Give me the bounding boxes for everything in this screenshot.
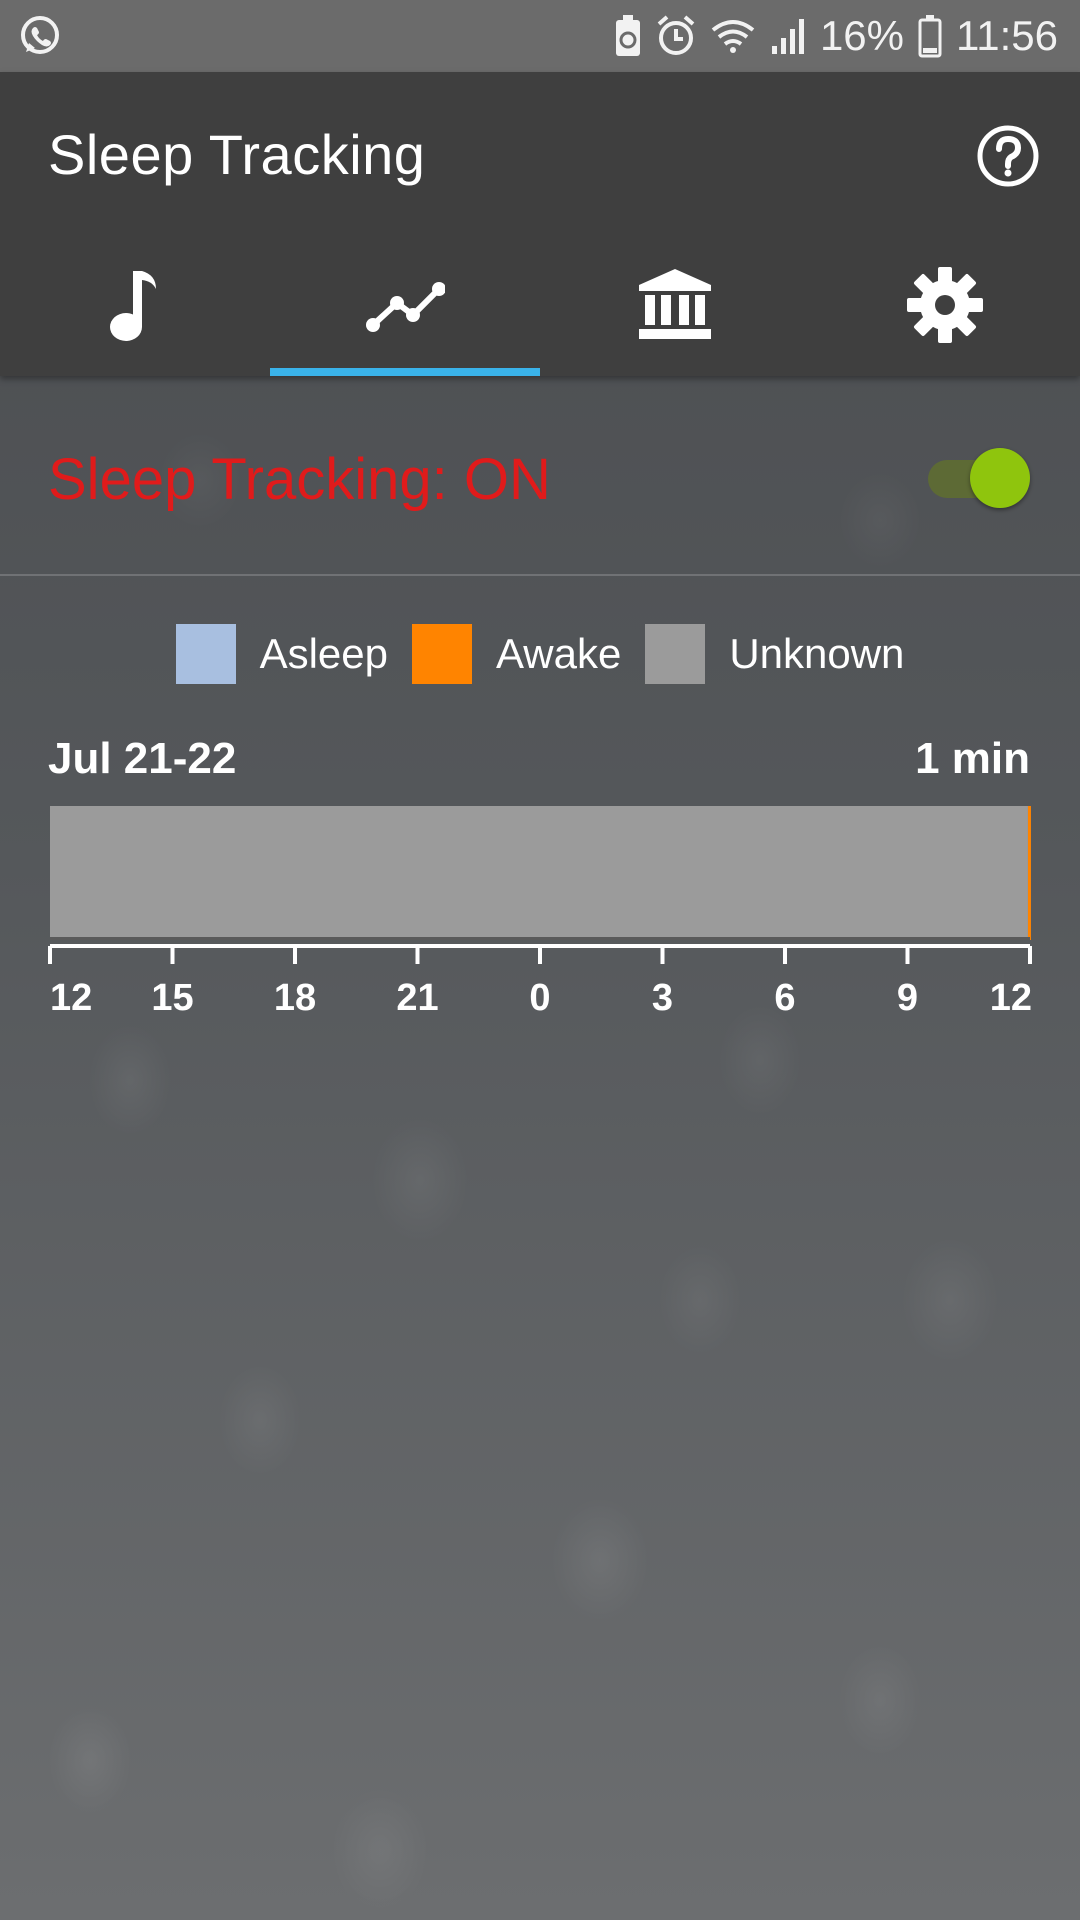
tracking-row: Sleep Tracking: ON [0,376,1080,576]
legend-label-unknown: Unknown [729,630,905,677]
wifi-icon [710,16,756,56]
tab-statistics[interactable] [270,254,540,376]
legend-swatch-awake [412,624,472,684]
tab-bar [0,254,1080,376]
battery-percent: 16% [819,12,904,59]
chart-legend: Asleep Awake Unknown [0,622,1080,686]
x-tick-label-3: 21 [396,977,438,1019]
segment-unknown-0 [50,806,1028,940]
x-tick-label-6: 6 [774,977,795,1019]
x-tick-label-4: 0 [529,977,550,1019]
help-icon[interactable] [976,124,1040,188]
legend-label-awake: Awake [496,630,622,677]
alarm-icon [656,14,696,58]
active-tab-indicator [270,368,540,376]
tracking-toggle[interactable] [928,448,1030,508]
legend-swatch-unknown [645,624,706,684]
legend-swatch-asleep [175,624,236,684]
signal-icon [770,16,806,56]
x-tick-label-8: 12 [990,977,1032,1019]
page-title: Sleep Tracking [48,123,426,186]
chart-date: Jul 21-22 [48,734,237,783]
toggle-thumb [970,448,1030,508]
chart-line-icon [365,265,446,345]
x-tick-label-0: 12 [50,977,92,1019]
gear-icon [905,265,985,345]
battery-icon [918,14,942,58]
bank-icon [635,265,715,345]
tab-music[interactable] [0,254,270,376]
x-tick-label-5: 3 [652,977,673,1019]
segment-awake-1 [1027,806,1031,940]
battery-saver-icon [614,14,642,58]
tab-bank[interactable] [540,254,810,376]
chart-duration: 1 min [915,734,1030,783]
status-icons: 16% 11:56 [614,8,1058,64]
x-tick-label-1: 15 [151,977,193,1019]
legend-item-awake: Awake [412,624,621,684]
legend-item-unknown: Unknown [645,624,904,684]
music-note-icon [95,265,175,345]
whatsapp-icon [18,14,62,58]
x-tick-label-7: 9 [897,977,918,1019]
bar-bottom-edge [50,937,1030,940]
legend-item-asleep: Asleep [175,624,388,684]
app-bar: Sleep Tracking [0,72,1080,376]
tracking-status-label: Sleep Tracking: ON [48,447,551,512]
legend-label-asleep: Asleep [259,630,388,677]
sleep-timeline-chart[interactable]: 12 15 18 21 0 3 6 9 12 [0,800,1080,1030]
tab-settings[interactable] [810,254,1080,376]
x-tick-label-2: 18 [274,977,316,1019]
clock-time: 11:56 [956,12,1058,59]
status-bar: 16% 11:56 [0,0,1080,72]
